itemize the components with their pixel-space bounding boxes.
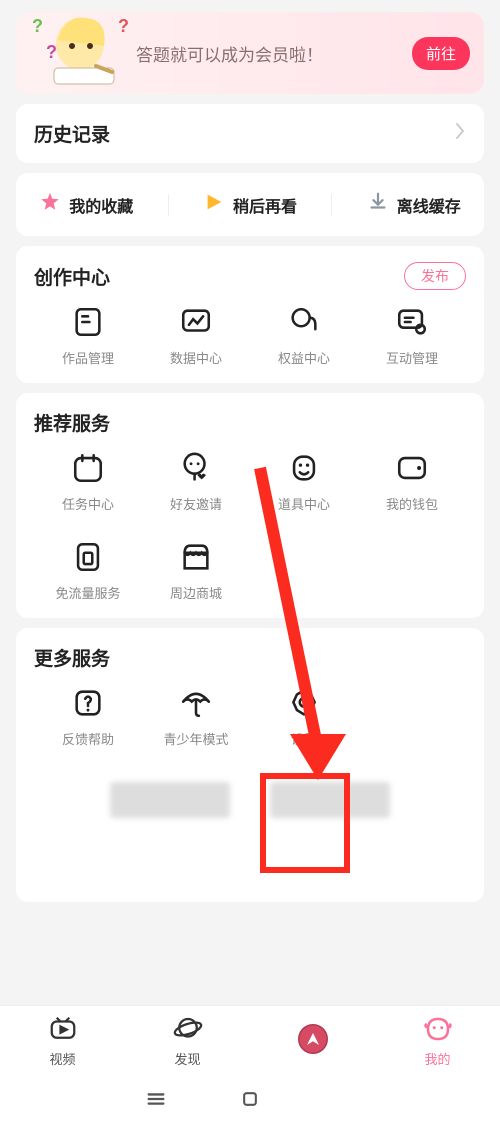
label: 青少年模式 [163,729,228,748]
download-icon [367,191,389,218]
help-icon [70,685,106,721]
rights-center[interactable]: 权益中心 [250,304,358,367]
publish-button[interactable]: 发布 [404,262,466,290]
chat-gear-icon [394,304,430,340]
label: 权益中心 [278,348,330,367]
history-row[interactable]: 历史记录 [16,104,484,163]
mask-icon [286,450,322,486]
chevron-right-icon [454,122,466,146]
umbrella-icon [178,685,214,721]
props-center[interactable]: 道具中心 [250,450,358,513]
star-icon [39,191,61,218]
medal-icon [286,304,322,340]
divider [168,194,169,216]
label: 免流量服务 [55,583,120,602]
later-label: 稍后再看 [233,193,297,217]
settings[interactable]: 设置 [250,685,358,748]
recommend-card: 推荐服务 任务中心 好友邀请 道具中心 我的钱包 [16,393,484,618]
face-icon [423,1014,453,1047]
chat-heart-icon [178,450,214,486]
nav-mine[interactable]: 我的 [423,1014,453,1068]
invite-friends[interactable]: 好友邀请 [142,450,250,513]
interact-manage[interactable]: 互动管理 [358,304,466,367]
label: 作品管理 [62,348,114,367]
svg-text:?: ? [46,42,57,62]
wallet-icon [394,450,430,486]
sim-icon [70,539,106,575]
offline-label: 离线缓存 [397,193,461,217]
label: 周边商城 [170,583,222,602]
label: 反馈帮助 [62,729,114,748]
creator-center-card: 创作中心 发布 作品管理 数据中心 权益中心 互动管理 [16,246,484,383]
banner-illustration: ? ? ? [26,12,136,94]
nav-label: 发现 [174,1049,200,1068]
label: 任务中心 [62,494,114,513]
nav-label: 视频 [49,1049,75,1068]
label: 数据中心 [170,348,222,367]
nav-discover[interactable]: 发现 [173,1014,203,1068]
watch-later[interactable]: 稍后再看 [203,191,297,218]
label: 互动管理 [386,348,438,367]
planet-icon [173,1014,203,1047]
compass-icon [298,1024,328,1057]
divider [331,194,332,216]
more-card: 更多服务 反馈帮助 青少年模式 设置 [16,628,484,902]
gear-icon [286,685,322,721]
label: 设置 [291,729,317,748]
chart-icon [178,304,214,340]
play-icon [203,191,225,218]
nav-label: 我的 [424,1049,450,1068]
banner-go-button[interactable]: 前往 [412,37,470,70]
member-banner[interactable]: ? ? ? 答题就可以成为会员啦！ 前往 [16,12,484,94]
recent-apps-button[interactable] [144,1087,168,1111]
obscured-content [34,782,466,818]
android-nav-bar [0,1075,500,1123]
recommend-title: 推荐服务 [34,409,110,436]
task-center[interactable]: 任务中心 [34,450,142,513]
home-button[interactable] [238,1087,262,1111]
label: 道具中心 [278,494,330,513]
merch-store[interactable]: 周边商城 [142,539,250,602]
banner-text: 答题就可以成为会员啦！ [136,41,412,66]
my-wallet[interactable]: 我的钱包 [358,450,466,513]
works-manage[interactable]: 作品管理 [34,304,142,367]
offline-cache[interactable]: 离线缓存 [367,191,461,218]
video-icon [48,1014,78,1047]
nav-center[interactable] [298,1024,328,1057]
feedback-help[interactable]: 反馈帮助 [34,685,142,748]
shop-icon [178,539,214,575]
free-data[interactable]: 免流量服务 [34,539,142,602]
creator-title: 创作中心 [34,263,110,290]
nav-video[interactable]: 视频 [48,1014,78,1068]
more-title: 更多服务 [34,644,110,671]
bottom-nav: 视频 发现 我的 [0,1005,500,1075]
fav-label: 我的收藏 [69,193,133,217]
teen-mode[interactable]: 青少年模式 [142,685,250,748]
label: 好友邀请 [170,494,222,513]
data-center[interactable]: 数据中心 [142,304,250,367]
calendar-icon [70,450,106,486]
svg-text:?: ? [118,16,129,36]
list-icon [70,304,106,340]
my-favorites[interactable]: 我的收藏 [39,191,133,218]
history-title: 历史记录 [34,120,110,147]
label: 我的钱包 [386,494,438,513]
svg-text:?: ? [32,16,43,36]
